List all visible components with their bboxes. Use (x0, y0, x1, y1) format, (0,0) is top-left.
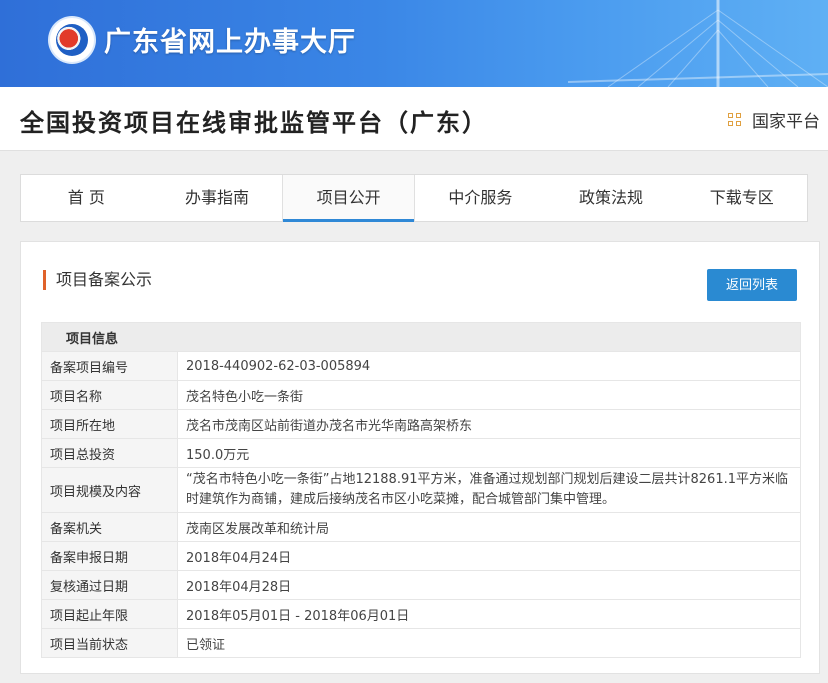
platform-header: 全国投资项目在线审批监管平台（广东） 国家平台 (0, 87, 828, 151)
table-row: 项目名称 茂名特色小吃一条街 (41, 380, 801, 410)
row-label: 项目当前状态 (41, 628, 178, 658)
nav-policy[interactable]: 政策法规 (546, 175, 677, 221)
row-value: 150.0万元 (177, 438, 801, 468)
row-value: 茂名特色小吃一条街 (177, 380, 801, 410)
row-label: 项目所在地 (41, 409, 178, 439)
table-row: 备案申报日期 2018年04月24日 (41, 541, 801, 571)
row-value: 已领证 (177, 628, 801, 658)
table-row: 备案项目编号 2018-440902-62-03-005894 (41, 351, 801, 381)
table-row: 项目当前状态 已领证 (41, 628, 801, 658)
table-row: 项目总投资 150.0万元 (41, 438, 801, 468)
nav-guide[interactable]: 办事指南 (152, 175, 283, 221)
row-value: 2018年05月01日 - 2018年06月01日 (177, 599, 801, 629)
row-label: 备案机关 (41, 512, 178, 542)
content-panel: 项目备案公示 返回列表 项目信息 备案项目编号 2018-440902-62-0… (20, 241, 820, 674)
row-value: 茂南区发展改革和统计局 (177, 512, 801, 542)
row-value: 2018-440902-62-03-005894 (177, 351, 801, 381)
row-label: 项目规模及内容 (41, 467, 178, 513)
row-label: 备案申报日期 (41, 541, 178, 571)
banner-title[interactable]: 广东省网上办事大厅 (104, 20, 356, 59)
row-label: 备案项目编号 (41, 351, 178, 381)
nav-intermediary[interactable]: 中介服务 (415, 175, 546, 221)
national-platform-link[interactable]: 国家平台 (728, 107, 820, 132)
table-row: 项目规模及内容 “茂名市特色小吃一条街”占地12188.91平方米，准备通过规划… (41, 467, 801, 513)
main-nav: 首 页 办事指南 项目公开 中介服务 政策法规 下载专区 (20, 174, 808, 222)
table-row: 项目起止年限 2018年05月01日 - 2018年06月01日 (41, 599, 801, 629)
table-row: 复核通过日期 2018年04月28日 (41, 570, 801, 600)
row-value: 2018年04月28日 (177, 570, 801, 600)
top-banner: 广东省网上办事大厅 (0, 0, 828, 87)
guangdong-logo-icon[interactable] (50, 18, 94, 62)
section-title: 项目备案公示 (43, 270, 152, 290)
row-value: 茂名市茂南区站前街道办茂名市光华南路高架桥东 (177, 409, 801, 439)
row-label: 项目总投资 (41, 438, 178, 468)
nav-download[interactable]: 下载专区 (676, 175, 807, 221)
nav-home[interactable]: 首 页 (21, 175, 152, 221)
logo-emblem (56, 24, 88, 56)
row-label: 项目名称 (41, 380, 178, 410)
nav-project-public[interactable]: 项目公开 (282, 175, 416, 222)
platform-title: 全国投资项目在线审批监管平台（广东） (20, 109, 488, 137)
table-header: 项目信息 (41, 322, 801, 352)
national-platform-label: 国家平台 (752, 112, 820, 132)
row-label: 项目起止年限 (41, 599, 178, 629)
row-value: 2018年04月24日 (177, 541, 801, 571)
row-value: “茂名市特色小吃一条街”占地12188.91平方米，准备通过规划部门规划后建设二… (177, 467, 801, 513)
bridge-decoration-icon (568, 0, 828, 87)
table-row: 项目所在地 茂名市茂南区站前街道办茂名市光华南路高架桥东 (41, 409, 801, 439)
grid-icon (728, 112, 742, 127)
project-info-table: 项目信息 备案项目编号 2018-440902-62-03-005894 项目名… (41, 322, 801, 658)
row-label: 复核通过日期 (41, 570, 178, 600)
table-header-row: 项目信息 (41, 322, 801, 352)
table-row: 备案机关 茂南区发展改革和统计局 (41, 512, 801, 542)
back-to-list-button[interactable]: 返回列表 (707, 269, 797, 301)
